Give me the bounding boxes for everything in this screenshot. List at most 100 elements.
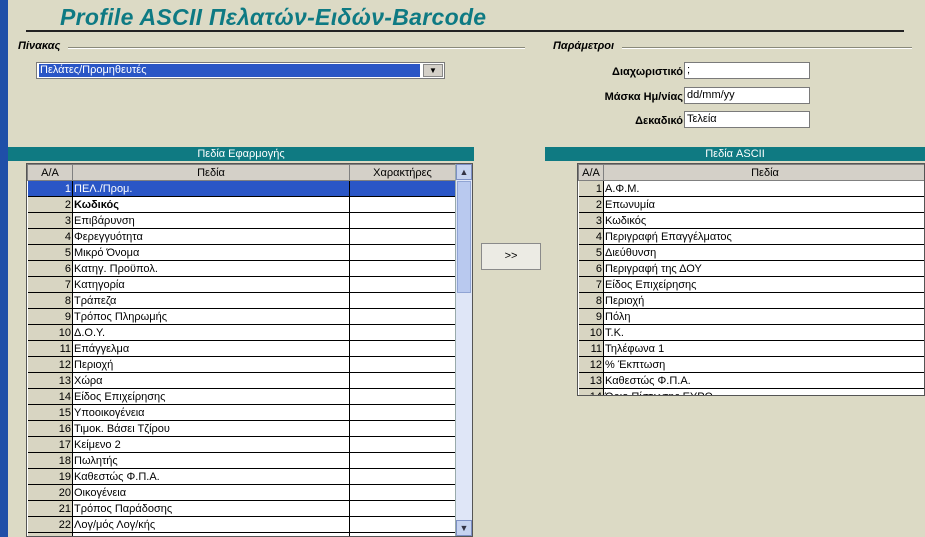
table-row[interactable]: 9 Πόλη xyxy=(578,308,924,325)
title-underline xyxy=(26,30,904,32)
table-row[interactable]: 21 Τρόπος Παράδοσης xyxy=(27,500,456,517)
table-row[interactable]: 5 Διεύθυνση xyxy=(578,244,924,261)
add-field-button[interactable]: >> xyxy=(481,243,541,270)
table-row[interactable]: 19 Καθεστώς Φ.Π.Α. xyxy=(27,468,456,485)
table-row[interactable]: 10 Δ.Ο.Υ. xyxy=(27,324,456,341)
table-row[interactable]: 2 Επωνυμία xyxy=(578,196,924,213)
table-row[interactable]: 7 Είδος Επιχείρησης xyxy=(578,276,924,293)
table-select[interactable]: Πελάτες/Προμηθευτές ▼ xyxy=(36,62,445,79)
date-mask-field[interactable]: dd/mm/yy xyxy=(684,87,810,104)
table-row[interactable]: 22 Λογ/μός Λογ/κής xyxy=(27,516,456,533)
table-row[interactable]: 18 Πωλητής xyxy=(27,452,456,469)
table-row[interactable]: 20 Οικογένεια xyxy=(27,484,456,501)
ascii-fields-grid[interactable]: Α/Α Πεδία 1 Α.Φ.Μ. 2 Επωνυμία 3 Κωδικός 4 Περιγ… xyxy=(577,163,925,396)
table-row[interactable]: 13 Χώρα xyxy=(27,372,456,389)
field-chars[interactable] xyxy=(349,260,456,277)
field-name: Οικογένεια xyxy=(72,484,350,501)
field-chars[interactable] xyxy=(349,228,456,245)
table-row[interactable]: 4 Φερεγγυότητα xyxy=(27,228,456,245)
table-row[interactable]: 8 Τράπεζα xyxy=(27,292,456,309)
table-row[interactable]: 2 Κωδικός xyxy=(27,196,456,213)
field-chars[interactable] xyxy=(349,436,456,453)
dropdown-arrow-icon[interactable]: ▼ xyxy=(423,64,443,77)
scroll-down-icon[interactable]: ▼ xyxy=(456,520,472,536)
separator-field[interactable]: ; xyxy=(684,62,810,79)
field-name: Υποοικογένεια xyxy=(72,404,350,421)
table-row[interactable]: 9 Τρόπος Πληρωμής xyxy=(27,308,456,325)
app-fields-grid[interactable]: Α/Α Πεδία Χαρακτήρες 1 ΠΕΛ./Προμ. 2 Κωδικός… xyxy=(26,163,473,537)
table-row[interactable]: 11 Επάγγελμα xyxy=(27,340,456,357)
field-chars[interactable] xyxy=(349,180,456,197)
table-row[interactable]: 1 ΠΕΛ./Προμ. xyxy=(27,180,456,197)
table-row[interactable]: 8 Περιοχή xyxy=(578,292,924,309)
table-group-divider-highlight xyxy=(68,48,525,49)
col-header-field[interactable]: Πεδία xyxy=(72,164,350,181)
field-chars[interactable] xyxy=(349,388,456,405)
table-row[interactable]: 11 Τηλέφωνα 1 xyxy=(578,340,924,357)
row-number: 22 xyxy=(27,516,73,533)
field-chars[interactable] xyxy=(349,308,456,325)
field-chars[interactable] xyxy=(349,356,456,373)
scroll-up-icon[interactable]: ▲ xyxy=(456,164,472,180)
table-row[interactable]: 10 Τ.Κ. xyxy=(578,324,924,341)
field-name: Πόλη xyxy=(603,308,924,325)
field-chars[interactable] xyxy=(349,276,456,293)
app-fields-header: Πεδία Εφαρμογής xyxy=(8,147,474,161)
field-chars[interactable] xyxy=(349,452,456,469)
field-name: Τρόπος Παράδοσης xyxy=(72,500,350,517)
table-row[interactable]: 1 Α.Φ.Μ. xyxy=(578,180,924,197)
table-row[interactable]: 12 Περιοχή xyxy=(27,356,456,373)
table-row[interactable]: 23Επωνυμία xyxy=(27,532,456,536)
table-row[interactable]: 14Όριο Πίστωσης ΕΥΡΩ xyxy=(578,388,924,395)
field-chars[interactable] xyxy=(349,244,456,261)
row-number: 13 xyxy=(578,372,604,389)
table-row[interactable]: 3 Κωδικός xyxy=(578,212,924,229)
field-chars[interactable] xyxy=(349,468,456,485)
table-row[interactable]: 3 Επιβάρυνση xyxy=(27,212,456,229)
field-chars[interactable] xyxy=(349,212,456,229)
field-chars[interactable] xyxy=(349,516,456,533)
decimal-field[interactable]: Τελεία xyxy=(684,111,810,128)
field-name: Καθεστώς Φ.Π.Α. xyxy=(603,372,924,389)
date-mask-label: Μάσκα Ημ/νίας xyxy=(604,91,683,103)
table-row[interactable]: 13 Καθεστώς Φ.Π.Α. xyxy=(578,372,924,389)
row-number: 7 xyxy=(578,276,604,293)
table-row[interactable]: 5 Μικρό Όνομα xyxy=(27,244,456,261)
field-chars[interactable] xyxy=(349,484,456,501)
table-row[interactable]: 6 Κατηγ. Προϋπολ. xyxy=(27,260,456,277)
field-chars[interactable] xyxy=(349,404,456,421)
col-header-chars[interactable]: Χαρακτήρες xyxy=(349,164,456,181)
field-chars[interactable] xyxy=(349,340,456,357)
table-row[interactable]: 17 Κείμενο 2 xyxy=(27,436,456,453)
decimal-label: Δεκαδικό xyxy=(635,115,683,127)
table-row[interactable]: 6 Περιγραφή της ΔΟΥ xyxy=(578,260,924,277)
row-number: 18 xyxy=(27,452,73,469)
table-row[interactable]: 4 Περιγραφή Επαγγέλματος xyxy=(578,228,924,245)
row-number: 7 xyxy=(27,276,73,293)
params-group-label: Παράμετροι xyxy=(553,40,615,52)
table-row[interactable]: 14 Είδος Επιχείρησης xyxy=(27,388,456,405)
field-chars[interactable] xyxy=(349,500,456,517)
field-chars[interactable] xyxy=(349,532,456,536)
app-fields-scrollbar[interactable]: ▲ ▼ xyxy=(455,164,472,536)
table-row[interactable]: 12% Έκπτωση xyxy=(578,356,924,373)
field-chars[interactable] xyxy=(349,196,456,213)
col-header-num[interactable]: Α/Α xyxy=(27,164,73,181)
row-number: 12 xyxy=(27,356,73,373)
field-chars[interactable] xyxy=(349,324,456,341)
field-chars[interactable] xyxy=(349,372,456,389)
field-name: Λογ/μός Λογ/κής xyxy=(72,516,350,533)
col-header-num[interactable]: Α/Α xyxy=(578,164,604,181)
field-name: Περιγραφή της ΔΟΥ xyxy=(603,260,924,277)
row-number: 5 xyxy=(27,244,73,261)
col-header-field[interactable]: Πεδία xyxy=(603,164,924,181)
table-row[interactable]: 16 Τιμοκ. Βάσει Τζίρου xyxy=(27,420,456,437)
table-row[interactable]: 15 Υποοικογένεια xyxy=(27,404,456,421)
row-number: 3 xyxy=(578,212,604,229)
table-row[interactable]: 7 Κατηγορία xyxy=(27,276,456,293)
field-chars[interactable] xyxy=(349,292,456,309)
field-chars[interactable] xyxy=(349,420,456,437)
field-name: Περιγραφή Επαγγέλματος xyxy=(603,228,924,245)
scroll-thumb[interactable] xyxy=(457,181,471,293)
field-name: Τιμοκ. Βάσει Τζίρου xyxy=(72,420,350,437)
